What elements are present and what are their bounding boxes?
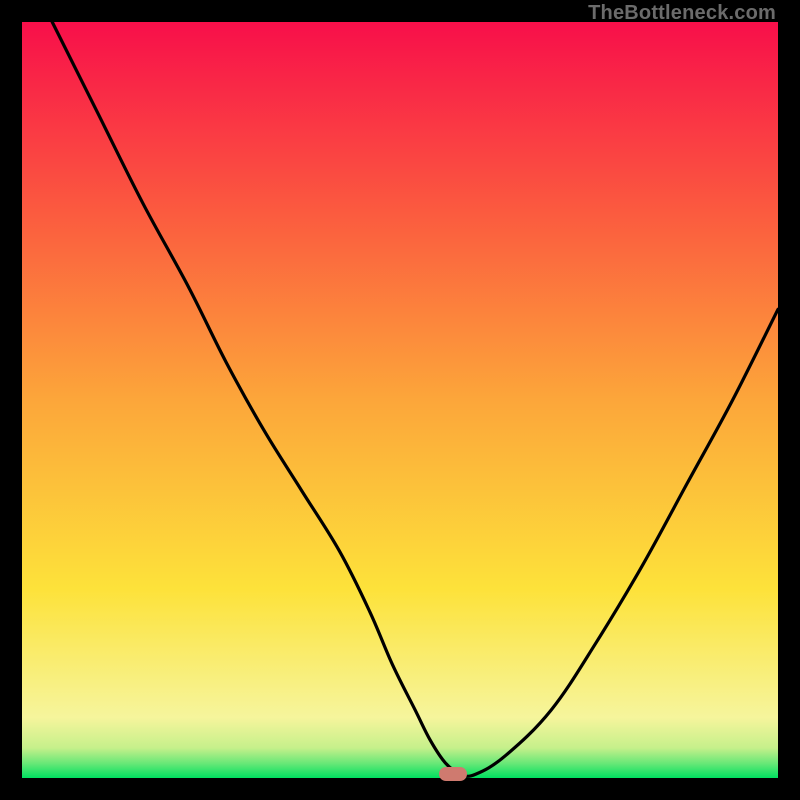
optimal-marker [439, 767, 467, 781]
chart-frame [22, 22, 778, 778]
gradient-background [22, 22, 778, 778]
bottleneck-chart [22, 22, 778, 778]
watermark-label: TheBottleneck.com [588, 2, 776, 25]
